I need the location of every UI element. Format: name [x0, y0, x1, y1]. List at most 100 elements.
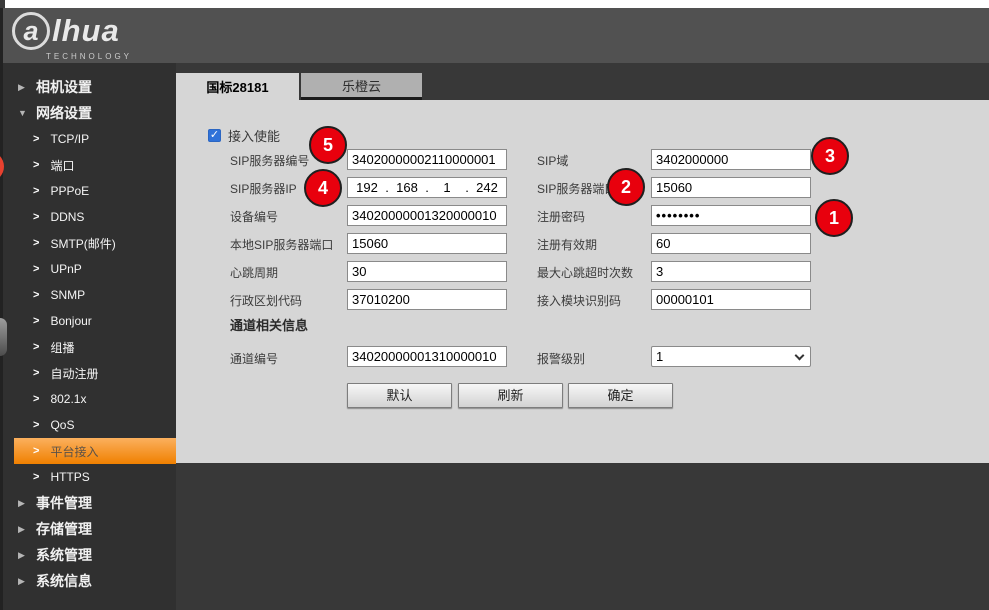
- local-sip-port-field[interactable]: [347, 233, 507, 254]
- chevron-right-icon: >: [33, 237, 39, 249]
- tab-gb28181[interactable]: 国标28181: [176, 73, 299, 100]
- sidebar-group-label: 存储管理: [36, 519, 92, 539]
- admin-region-code-field[interactable]: [347, 289, 507, 310]
- sidebar-group-sysinfo[interactable]: ▶ 系统信息: [0, 568, 176, 594]
- access-module-id-field[interactable]: [651, 289, 811, 310]
- sidebar-group-label: 事件管理: [36, 493, 92, 513]
- triangle-right-icon: ▶: [18, 576, 31, 587]
- sip-server-port-field[interactable]: [651, 177, 811, 198]
- sidebar-group-network[interactable]: ▼ 网络设置: [0, 100, 176, 126]
- sidebar-group-system[interactable]: ▶ 系统管理: [0, 542, 176, 568]
- sidebar-item-auto-register[interactable]: > 自动注册: [0, 360, 176, 386]
- sidebar-group-label: 相机设置: [36, 77, 92, 97]
- sidebar-group-event[interactable]: ▶ 事件管理: [0, 490, 176, 516]
- sidebar-item-snmp[interactable]: > SNMP: [0, 282, 176, 308]
- sidebar-collapse-handle[interactable]: [0, 318, 7, 356]
- sidebar: ▶ 相机设置 ▼ 网络设置 > TCP/IP > 端口 > PPPoE > DD…: [0, 63, 176, 610]
- register-validity-label: 注册有效期: [537, 236, 597, 253]
- sidebar-item-label: Bonjour: [50, 314, 91, 328]
- sidebar-item-multicast[interactable]: > 组播: [0, 334, 176, 360]
- confirm-button[interactable]: 确定: [568, 383, 673, 408]
- sidebar-item-upnp[interactable]: > UPnP: [0, 256, 176, 282]
- sidebar-item-label: HTTPS: [50, 470, 89, 484]
- chevron-right-icon: >: [33, 341, 39, 353]
- sidebar-item-label: 组播: [50, 339, 74, 356]
- chevron-right-icon: >: [33, 471, 39, 483]
- annotation-circle-4: 4: [304, 169, 342, 207]
- alarm-level-select[interactable]: 1: [651, 346, 811, 367]
- max-heartbeat-timeout-label: 最大心跳超时次数: [537, 264, 633, 281]
- sip-domain-field[interactable]: [651, 149, 811, 170]
- sidebar-item-label: 平台接入: [50, 443, 98, 460]
- alarm-level-select-wrap: 1: [651, 346, 811, 367]
- register-validity-field[interactable]: [651, 233, 811, 254]
- tab-lechange-cloud[interactable]: 乐橙云: [301, 73, 422, 100]
- sidebar-item-label: 802.1x: [50, 392, 86, 406]
- refresh-button[interactable]: 刷新: [458, 383, 563, 408]
- chevron-right-icon: >: [33, 315, 39, 327]
- max-heartbeat-timeout-field[interactable]: [651, 261, 811, 282]
- sip-server-ip-label: SIP服务器IP: [230, 180, 297, 197]
- content-area: 国标28181 乐橙云 ✓ 接入使能 SIP服务器编号 SIP服务器IP 192…: [176, 63, 989, 610]
- triangle-right-icon: ▶: [18, 498, 31, 509]
- sidebar-item-label: PPPoE: [50, 184, 89, 198]
- register-password-label: 注册密码: [537, 208, 585, 225]
- admin-region-code-label: 行政区划代码: [230, 292, 302, 309]
- chevron-right-icon: >: [33, 211, 39, 223]
- access-module-id-label: 接入模块识别码: [537, 292, 621, 309]
- sidebar-item-label: 自动注册: [50, 365, 98, 382]
- triangle-right-icon: ▶: [18, 82, 31, 93]
- chevron-right-icon: >: [33, 159, 39, 171]
- local-sip-port-label: 本地SIP服务器端口: [230, 236, 333, 253]
- default-button[interactable]: 默认: [347, 383, 452, 408]
- sidebar-item-pppoe[interactable]: > PPPoE: [0, 178, 176, 204]
- sidebar-group-label: 系统管理: [36, 545, 92, 565]
- chevron-right-icon: >: [33, 367, 39, 379]
- logo-a-ring-icon: a: [12, 12, 50, 50]
- chevron-right-icon: >: [33, 263, 39, 275]
- sip-server-id-label: SIP服务器编号: [230, 152, 309, 169]
- heartbeat-period-field[interactable]: [347, 261, 507, 282]
- sidebar-item-label: 端口: [50, 157, 74, 174]
- sidebar-item-label: SNMP: [50, 288, 85, 302]
- header-bar: a lhua TECHNOLOGY: [0, 8, 989, 63]
- chevron-right-icon: >: [33, 445, 39, 457]
- access-enable-label: 接入使能: [228, 126, 280, 145]
- ip-octet-3: 1: [430, 180, 464, 195]
- triangle-down-icon: ▼: [18, 108, 31, 118]
- heartbeat-period-label: 心跳周期: [230, 264, 278, 281]
- sip-server-ip-field[interactable]: 192 . 168 . 1 . 242: [347, 177, 507, 198]
- sidebar-group-camera[interactable]: ▶ 相机设置: [0, 74, 176, 100]
- annotation-circle-1: 1: [815, 199, 853, 237]
- sidebar-item-tcpip[interactable]: > TCP/IP: [0, 126, 176, 152]
- sidebar-item-ddns[interactable]: > DDNS: [0, 204, 176, 230]
- annotation-circle-5: 5: [309, 126, 347, 164]
- sidebar-group-label: 系统信息: [36, 571, 92, 591]
- sip-server-id-field[interactable]: [347, 149, 507, 170]
- sidebar-item-bonjour[interactable]: > Bonjour: [0, 308, 176, 334]
- sidebar-item-8021x[interactable]: > 802.1x: [0, 386, 176, 412]
- register-password-field[interactable]: [651, 205, 811, 226]
- annotation-circle-2: 2: [607, 168, 645, 206]
- annotation-circle-3: 3: [811, 137, 849, 175]
- sidebar-item-https[interactable]: > HTTPS: [0, 464, 176, 490]
- page-top-strip: [0, 0, 989, 8]
- sidebar-item-label: SMTP(邮件): [50, 235, 115, 252]
- sidebar-item-label: DDNS: [50, 210, 84, 224]
- device-id-field[interactable]: [347, 205, 507, 226]
- channel-id-field[interactable]: [347, 346, 507, 367]
- sidebar-item-qos[interactable]: > QoS: [0, 412, 176, 438]
- sidebar-group-storage[interactable]: ▶ 存储管理: [0, 516, 176, 542]
- access-enable-checkbox[interactable]: ✓: [208, 129, 221, 142]
- chevron-right-icon: >: [33, 419, 39, 431]
- sidebar-item-smtp[interactable]: > SMTP(邮件): [0, 230, 176, 256]
- sidebar-item-port[interactable]: > 端口: [0, 152, 176, 178]
- settings-panel: ✓ 接入使能 SIP服务器编号 SIP服务器IP 192 . 168 . 1 .…: [176, 100, 989, 463]
- access-enable-row: ✓ 接入使能: [208, 126, 280, 145]
- chevron-right-icon: >: [33, 393, 39, 405]
- sip-server-port-label: SIP服务器端口: [537, 180, 616, 197]
- sidebar-item-platform-access[interactable]: > 平台接入: [14, 438, 176, 464]
- channel-id-label: 通道编号: [230, 350, 278, 367]
- sip-domain-label: SIP域: [537, 152, 568, 169]
- triangle-right-icon: ▶: [18, 524, 31, 535]
